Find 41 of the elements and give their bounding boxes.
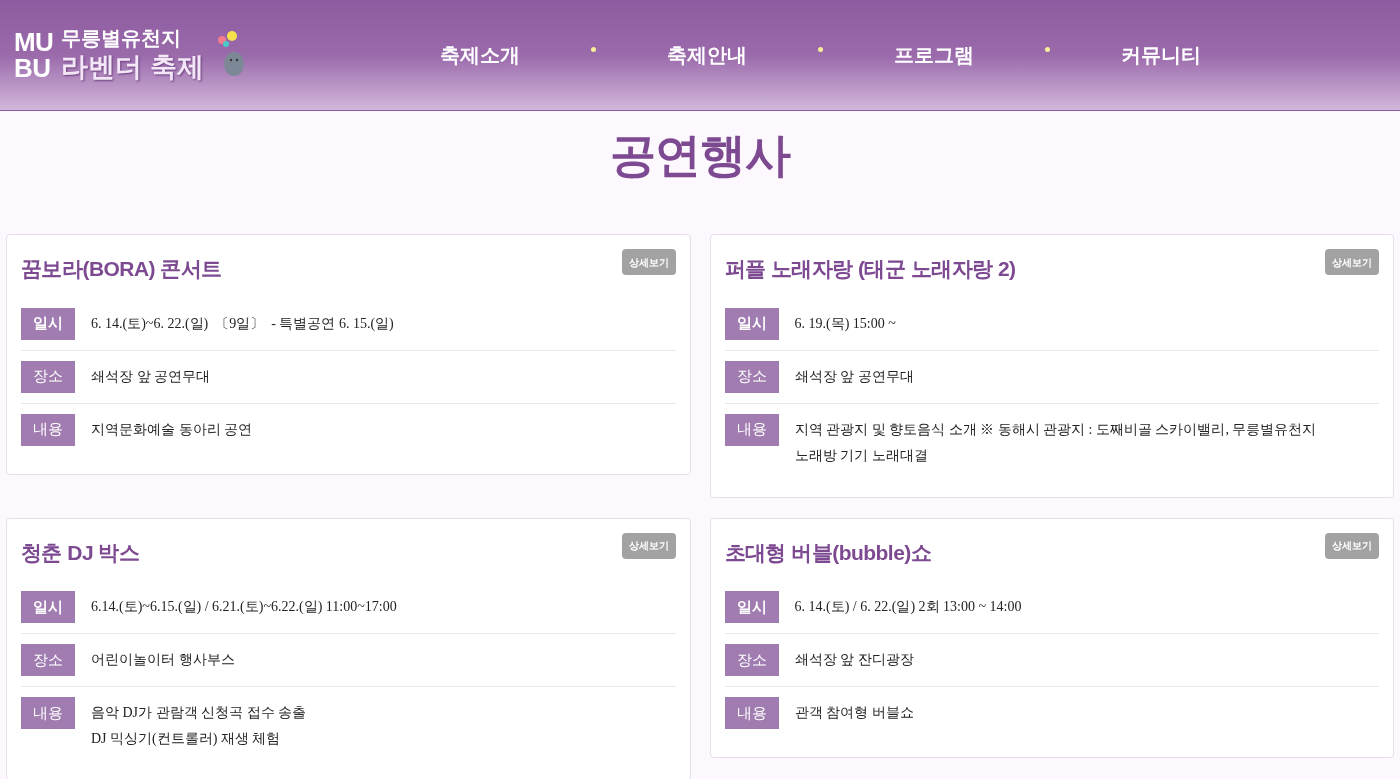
nav-link[interactable]: 프로그램: [888, 40, 980, 70]
field-label: 내용: [724, 413, 779, 446]
field-value: 6. 14.(토) / 6. 22.(일) 2회 13:00 ~ 14:00: [794, 598, 1022, 616]
field-value: 쇄석장 앞 공연무대: [794, 367, 914, 386]
field-label: 일시: [21, 591, 75, 623]
logo-mark[interactable]: BU: [14, 55, 54, 81]
logo-title[interactable]: 무릉별유천지: [61, 25, 204, 51]
field-value: 어린이놀이터 행사부스: [91, 651, 235, 669]
event-title: 퍼플 노래자랑 (태군 노래자랑 2): [724, 256, 1016, 282]
event-title: 초대형 버블(bubble)쇼: [724, 539, 932, 566]
details-button[interactable]: 상세보기: [621, 532, 676, 559]
field-label: 장소: [724, 360, 779, 393]
field-label: 내용: [724, 697, 779, 729]
field-value: 6.14.(토)~6.15.(일) / 6.21.(토)~6.22.(일) 11:00~17:00: [91, 598, 397, 616]
field-label: 장소: [21, 360, 75, 393]
details-button[interactable]: 상세보기: [1325, 249, 1379, 275]
field-value: 관객 참여형 버블쇼: [794, 704, 914, 722]
field-value: 음악 DJ가 관람객 신청곡 접수 송출 DJ 믹싱기(컨트롤러) 재생 체험: [91, 704, 307, 748]
field-label: 내용: [21, 413, 75, 446]
field-value: 6. 19.(목) 15:00 ~: [794, 314, 896, 333]
field-value: 쇄석장 앞 공연무대: [91, 367, 210, 386]
field-value: 지역문화예술 동아리 공연: [91, 420, 252, 439]
event-title: 꿈보라(BORA) 콘서트: [21, 256, 222, 282]
event-title: 청춘 DJ 박스: [21, 539, 140, 566]
details-button[interactable]: 상세보기: [1325, 532, 1379, 559]
field-label: 장소: [724, 644, 779, 676]
field-label: 장소: [21, 644, 75, 676]
field-value: 쇄석장 앞 잔디광장: [794, 651, 914, 669]
field-label: 내용: [21, 697, 75, 729]
page-title: 공연행사: [609, 128, 792, 183]
nav-link[interactable]: 축제안내: [661, 40, 753, 70]
nav-link[interactable]: 커뮤니티: [1115, 40, 1207, 70]
field-value: 지역 관광지 및 향토음식 소개 ※ 동해시 관광지 : 도째비골 스카이밸리, 무릉별유천지 노래방 기기 노래대결: [794, 420, 1317, 465]
field-label: 일시: [21, 307, 75, 340]
nav-link[interactable]: 축제소개: [434, 40, 526, 70]
logo-subtitle[interactable]: 라벤더 축제: [61, 50, 204, 85]
field-label: 일시: [724, 307, 779, 340]
logo-mark[interactable]: MU: [14, 29, 54, 55]
details-button[interactable]: 상세보기: [621, 249, 676, 275]
field-value: 6. 14.(토)~6. 22.(일) 〔9일〕 - 특별공연 6. 15.(일): [91, 314, 394, 333]
field-label: 일시: [724, 591, 779, 623]
